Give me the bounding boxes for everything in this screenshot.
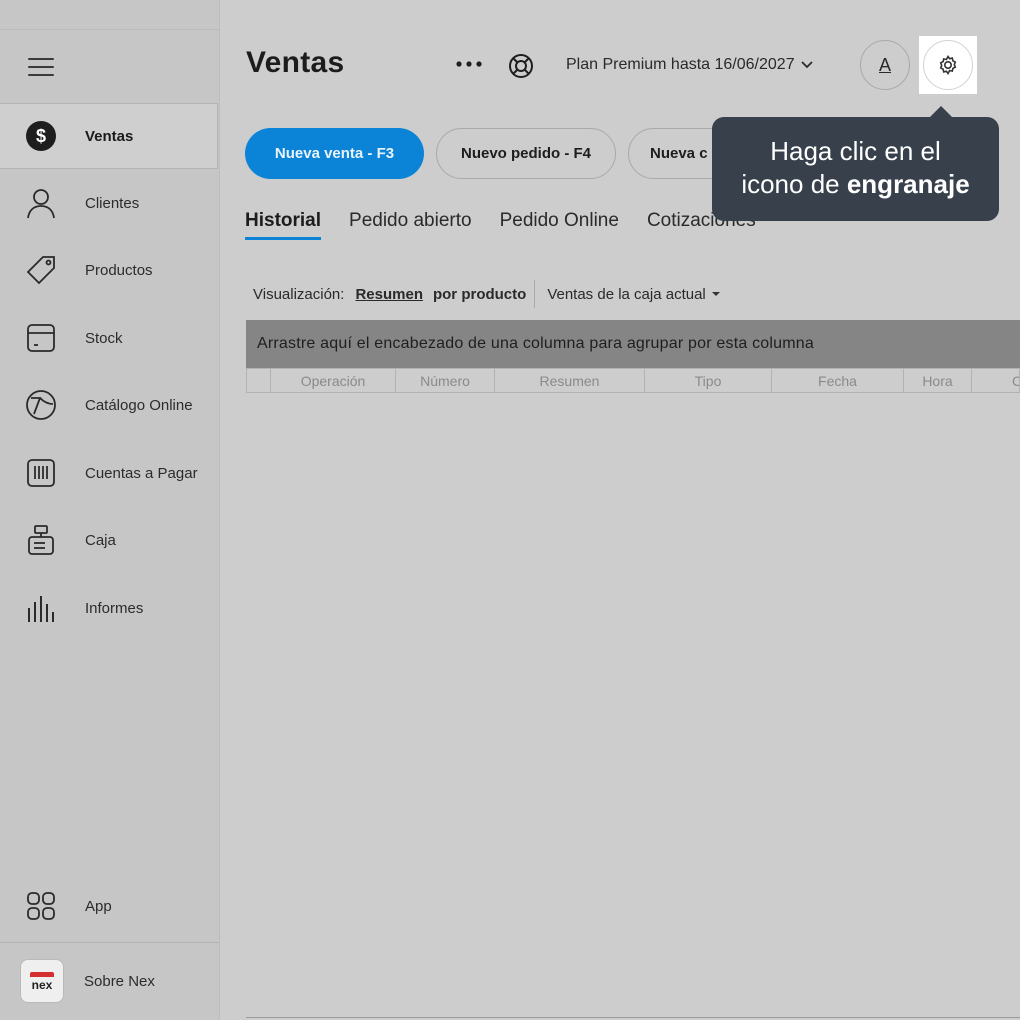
svg-text:$: $ — [36, 126, 46, 146]
tooltip-line-2: icono de engranaje — [741, 169, 970, 199]
view-label: Visualización: — [253, 285, 345, 303]
new-sale-button[interactable]: Nueva venta - F3 — [245, 128, 424, 179]
sidebar-item-label: App — [85, 897, 112, 915]
catalog-icon — [24, 388, 58, 422]
column-header-fecha[interactable]: Fecha — [772, 369, 904, 392]
tab-bar: Historial Pedido abierto Pedido Online C… — [245, 210, 756, 240]
new-order-button[interactable]: Nuevo pedido - F4 — [436, 128, 616, 179]
sidebar-item-caja[interactable]: Caja — [0, 507, 218, 573]
plan-dropdown[interactable]: Plan Premium hasta 16/06/2027 — [566, 56, 813, 74]
grid-bottom-border — [246, 1017, 1020, 1018]
sidebar-item-ventas[interactable]: $ Ventas — [0, 103, 218, 169]
gear-icon — [939, 54, 957, 76]
column-header-resumen[interactable]: Resumen — [495, 369, 645, 392]
sidebar-item-label: Cuentas a Pagar — [85, 464, 198, 482]
bar-chart-icon — [24, 591, 58, 625]
tag-icon — [24, 253, 58, 287]
sidebar-item-cuentas-a-pagar[interactable]: Cuentas a Pagar — [0, 440, 218, 506]
chevron-down-icon — [800, 61, 813, 69]
sidebar-item-app[interactable]: App — [0, 873, 218, 939]
sidebar-item-label: Clientes — [85, 194, 140, 212]
dollar-circle-icon: $ — [24, 119, 58, 153]
caret-down-icon — [711, 292, 720, 296]
settings-button[interactable] — [923, 40, 973, 90]
sidebar-top-bar — [0, 0, 219, 30]
sidebar-item-label: Productos — [85, 261, 153, 279]
sidebar-item-stock[interactable]: Stock — [0, 305, 218, 371]
column-header-tipo[interactable]: Tipo — [645, 369, 772, 392]
avatar-letter: A — [878, 54, 891, 75]
view-summary-option[interactable]: Resumen — [355, 286, 423, 303]
column-header-hora[interactable]: Hora — [904, 369, 972, 392]
person-icon — [24, 186, 58, 220]
menu-icon[interactable] — [28, 58, 54, 76]
register-filter-label: Ventas de la caja actual — [547, 285, 706, 303]
box-icon — [24, 321, 58, 355]
barcode-icon — [24, 456, 58, 490]
view-separator — [534, 280, 536, 308]
grid-header: Operación Número Resumen Tipo Fecha Hora… — [246, 368, 1020, 393]
tab-historial[interactable]: Historial — [245, 210, 322, 240]
sidebar-item-informes[interactable]: Informes — [0, 575, 218, 641]
gear-highlight — [919, 36, 977, 94]
tutorial-tooltip: Haga clic en el icono de engranaje — [712, 106, 999, 221]
user-avatar-button[interactable]: A — [860, 40, 910, 90]
lifebuoy-help-icon[interactable] — [507, 52, 535, 80]
page-title: Ventas — [246, 46, 345, 79]
sidebar-item-productos[interactable]: Productos — [0, 237, 218, 303]
tab-pedido-abierto[interactable]: Pedido abierto — [349, 210, 472, 240]
sidebar-item-label: Stock — [85, 329, 123, 347]
sidebar-item-label: Sobre Nex — [84, 972, 155, 990]
sidebar-item-catalogo-online[interactable]: Catálogo Online — [0, 372, 218, 438]
cash-register-icon — [24, 523, 58, 557]
sidebar-item-label: Catálogo Online — [85, 396, 193, 414]
grid-header-expander — [247, 369, 271, 392]
sidebar-item-label: Ventas — [85, 127, 134, 145]
sidebar: $ Ventas Clientes Productos Stock Catálo… — [0, 0, 220, 1020]
nex-logo: nex — [20, 959, 64, 1003]
app-grid-icon — [24, 889, 58, 923]
plan-label: Plan Premium hasta 16/06/2027 — [566, 56, 795, 73]
register-filter-dropdown[interactable]: Ventas de la caja actual — [547, 285, 720, 303]
view-by-product-option[interactable]: por producto — [433, 286, 526, 303]
view-bar: Visualización: Resumen por producto Vent… — [253, 280, 720, 308]
sidebar-item-label: Caja — [85, 531, 116, 549]
column-header-operacion[interactable]: Operación — [271, 369, 396, 392]
more-options-icon[interactable] — [455, 56, 483, 72]
group-by-panel[interactable]: Arrastre aquí el encabezado de una colum… — [246, 320, 1020, 368]
sidebar-divider — [0, 942, 219, 943]
tab-pedido-online[interactable]: Pedido Online — [500, 210, 619, 240]
tooltip-line-1: Haga clic en el — [770, 136, 941, 166]
column-header-numero[interactable]: Número — [396, 369, 495, 392]
sidebar-item-clientes[interactable]: Clientes — [0, 170, 218, 236]
sidebar-item-sobre-nex[interactable]: nex Sobre Nex — [0, 950, 219, 1012]
sidebar-item-label: Informes — [85, 599, 144, 617]
column-header-cliente[interactable]: C — [972, 369, 1019, 392]
